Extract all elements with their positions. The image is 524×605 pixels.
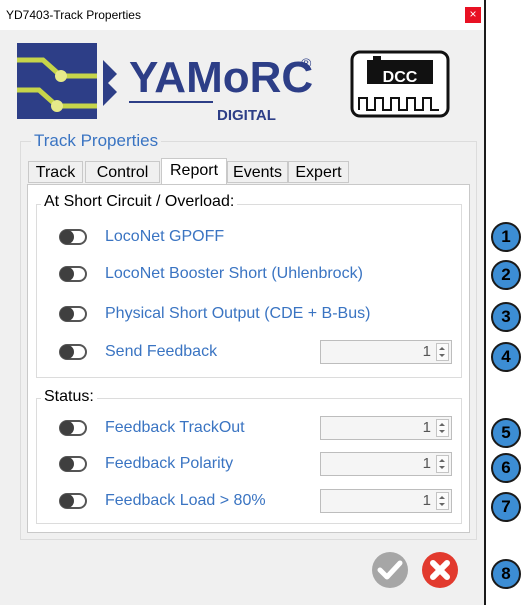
tab-events[interactable]: Events: [227, 161, 288, 183]
track-properties-title: Track Properties: [31, 132, 162, 150]
feedback-trackout-spinbox[interactable]: 1: [320, 416, 452, 440]
logo-graphic: YAMoRC ® DIGITAL DCC: [17, 43, 450, 124]
ok-button[interactable]: [371, 551, 409, 589]
tab-report[interactable]: Report: [161, 158, 227, 185]
spin-down-icon: [439, 466, 445, 469]
callout-7: 7: [491, 492, 521, 522]
close-button[interactable]: ×: [465, 7, 481, 23]
tab-expert[interactable]: Expert: [288, 161, 349, 183]
spin-down-icon: [439, 503, 445, 506]
callout-8: 8: [491, 559, 521, 589]
feedback-load-spin-buttons[interactable]: [436, 492, 449, 510]
spin-up-icon: [439, 459, 445, 462]
toggle-loconet-booster-short[interactable]: [59, 266, 87, 282]
callout-4: 4: [491, 342, 521, 372]
option-feedback-trackout: Feedback TrackOut: [59, 416, 319, 440]
feedback-polarity-value: 1: [422, 455, 431, 472]
toggle-feedback-load[interactable]: [59, 493, 87, 509]
callout-3: 3: [491, 302, 521, 332]
toggle-send-feedback[interactable]: [59, 344, 87, 360]
send-feedback-value: 1: [422, 343, 431, 360]
dialog-window: YD7403-Track Properties × YAMoRC ® DIGIT…: [0, 0, 486, 605]
toggle-loconet-gpoff[interactable]: [59, 229, 87, 245]
option-feedback-load: Feedback Load > 80%: [59, 489, 319, 513]
feedback-polarity-spin-buttons[interactable]: [436, 455, 449, 473]
callout-5: 5: [491, 418, 521, 448]
tab-control[interactable]: Control: [85, 161, 160, 183]
spin-up-icon: [439, 347, 445, 350]
report-panel: At Short Circuit / Overload: LocoNet GPO…: [27, 184, 470, 533]
spin-up-icon: [439, 423, 445, 426]
toggle-physical-short-output[interactable]: [59, 306, 87, 322]
callout-1: 1: [491, 222, 521, 252]
feedback-polarity-spinbox[interactable]: 1: [320, 452, 452, 476]
option-physical-short-output: Physical Short Output (CDE + B-Bus): [59, 302, 439, 326]
callout-2: 2: [491, 260, 521, 290]
callout-6: 6: [491, 453, 521, 483]
logo-subtitle-text: DIGITAL: [217, 107, 276, 122]
label-physical-short-output: Physical Short Output (CDE + B-Bus): [105, 305, 371, 322]
toggle-feedback-polarity[interactable]: [59, 456, 87, 472]
label-feedback-trackout: Feedback TrackOut: [105, 419, 245, 436]
option-feedback-polarity: Feedback Polarity: [59, 452, 319, 476]
feedback-trackout-value: 1: [422, 419, 431, 436]
logo-brand-text: YAMoRC: [129, 53, 313, 102]
option-loconet-gpoff: LocoNet GPOFF: [59, 225, 359, 249]
label-loconet-gpoff: LocoNet GPOFF: [105, 228, 225, 245]
label-send-feedback: Send Feedback: [105, 343, 218, 360]
dcc-badge-text: DCC: [383, 69, 418, 86]
status-title: Status:: [41, 388, 97, 406]
spin-down-icon: [439, 430, 445, 433]
send-feedback-spinbox[interactable]: 1: [320, 340, 452, 364]
label-feedback-load: Feedback Load > 80%: [105, 492, 266, 509]
window-title: YD7403-Track Properties: [6, 8, 141, 22]
spin-down-icon: [439, 354, 445, 357]
title-bar: YD7403-Track Properties ×: [0, 0, 484, 30]
tab-track[interactable]: Track: [28, 161, 83, 183]
send-feedback-spin-buttons[interactable]: [436, 343, 449, 361]
label-loconet-booster-short: LocoNet Booster Short (Uhlenbrock): [105, 265, 363, 282]
feedback-load-value: 1: [422, 492, 431, 509]
logo-registered-text: ®: [301, 55, 312, 71]
option-loconet-booster-short: LocoNet Booster Short (Uhlenbrock): [59, 262, 439, 286]
cancel-button[interactable]: [421, 551, 459, 589]
feedback-trackout-spin-buttons[interactable]: [436, 419, 449, 437]
yamorc-logo: YAMoRC ® DIGITAL DCC: [17, 40, 460, 124]
spin-up-icon: [439, 496, 445, 499]
toggle-feedback-trackout[interactable]: [59, 420, 87, 436]
feedback-load-spinbox[interactable]: 1: [320, 489, 452, 513]
label-feedback-polarity: Feedback Polarity: [105, 455, 234, 472]
short-circuit-title: At Short Circuit / Overload:: [41, 193, 238, 211]
checkmark-icon: [372, 552, 408, 588]
option-send-feedback: Send Feedback: [59, 340, 319, 364]
